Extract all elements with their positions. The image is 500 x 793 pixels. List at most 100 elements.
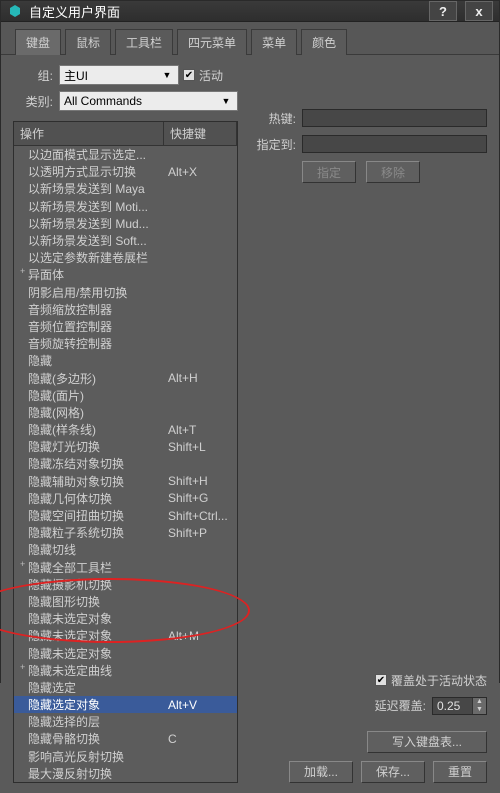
list-item-shortcut: C [164, 732, 233, 746]
list-item[interactable]: +隐藏全部工具栏 [14, 559, 237, 576]
list-item[interactable]: 音频位置控制器 [14, 318, 237, 335]
list-item[interactable]: 隐藏切线 [14, 541, 237, 558]
content: 组: 主UI ▼ ✔ 活动 类别: All Commands ▼ [1, 55, 499, 793]
list-item[interactable]: 隐藏冻结对象切换 [14, 455, 237, 472]
expand-icon: + [20, 662, 28, 672]
list-item-action: 以新场景发送到 Soft... [18, 232, 164, 249]
assigned-input[interactable] [302, 135, 487, 153]
list-item[interactable]: 隐藏选择的层 [14, 713, 237, 730]
list-item[interactable]: 隐藏骨骼切换C [14, 730, 237, 747]
list-item-shortcut: Shift+G [164, 491, 233, 505]
reset-button[interactable]: 重置 [433, 761, 487, 783]
group-select[interactable]: 主UI ▼ [59, 65, 179, 85]
group-value: 主UI [64, 67, 88, 84]
list-item-action: 隐藏粒子系统切换 [18, 524, 164, 541]
tab-color[interactable]: 颜色 [301, 29, 347, 55]
col-shortcut[interactable]: 快捷键 [164, 122, 237, 145]
spinner-down-icon[interactable]: ▼ [472, 706, 486, 714]
list-scroll[interactable]: 以边面模式显示选定...以透明方式显示切换Alt+X以新场景发送到 Maya以新… [14, 146, 237, 782]
list-item-action: 隐藏未选定对象 [18, 645, 164, 662]
list-item[interactable]: 以选定参数新建卷展栏 [14, 249, 237, 266]
window-title: 自定义用户界面 [29, 2, 421, 21]
active-label: 活动 [199, 67, 223, 84]
remove-button[interactable]: 移除 [366, 161, 420, 183]
hotkey-row: 热键: [246, 109, 487, 127]
hotkey-input[interactable] [302, 109, 487, 127]
delay-value: 0.25 [433, 698, 472, 714]
expand-icon: + [20, 559, 28, 569]
list-item[interactable]: 以新场景发送到 Moti... [14, 198, 237, 215]
list-item-shortcut: Alt+V [164, 698, 233, 712]
list-item-shortcut: Shift+P [164, 526, 233, 540]
list-item[interactable]: 隐藏空间扭曲切换Shift+Ctrl... [14, 507, 237, 524]
list-item-action: 隐藏摄影机切换 [18, 576, 164, 593]
assign-button[interactable]: 指定 [302, 161, 356, 183]
tab-keyboard[interactable]: 键盘 [15, 29, 61, 55]
active-checkbox[interactable]: ✔ 活动 [183, 67, 223, 84]
tabbar: 键盘 鼠标 工具栏 四元菜单 菜单 颜色 [1, 22, 499, 55]
list-item[interactable]: 音频旋转控制器 [14, 335, 237, 352]
list-item[interactable]: 隐藏选定对象Alt+V [14, 696, 237, 713]
list-item[interactable]: +异面体 [14, 266, 237, 283]
list-item-action: 隐藏未选定对象 [18, 627, 164, 644]
write-keyboard-button[interactable]: 写入键盘表... [367, 731, 487, 753]
col-action[interactable]: 操作 [14, 122, 164, 145]
list-item[interactable]: 音频缩放控制器 [14, 301, 237, 318]
list-item[interactable]: 以新场景发送到 Maya [14, 180, 237, 197]
delay-spinner[interactable]: 0.25 ▲ ▼ [432, 697, 487, 715]
list-item[interactable]: 隐藏(多边形)Alt+H [14, 369, 237, 386]
load-button[interactable]: 加载... [289, 761, 353, 783]
list-item-shortcut: Alt+X [164, 165, 233, 179]
tab-mouse[interactable]: 鼠标 [65, 29, 111, 55]
list-item[interactable]: 最大漫反射切换 [14, 765, 237, 782]
category-value: All Commands [64, 94, 142, 108]
list-item[interactable]: 隐藏(网格) [14, 404, 237, 421]
close-button[interactable]: x [465, 1, 493, 21]
save-button[interactable]: 保存... [361, 761, 425, 783]
tab-quad-menu[interactable]: 四元菜单 [177, 29, 247, 55]
group-label: 组: [13, 67, 53, 84]
list-item-action: 隐藏选择的层 [18, 713, 164, 730]
list-item[interactable]: 隐藏选定 [14, 679, 237, 696]
list-item[interactable]: 以透明方式显示切换Alt+X [14, 163, 237, 180]
list-item-action: 音频缩放控制器 [18, 301, 164, 318]
list-item[interactable]: 隐藏 [14, 352, 237, 369]
list-item[interactable]: +隐藏未选定曲线 [14, 662, 237, 679]
list-item-shortcut: Shift+Ctrl... [164, 509, 233, 523]
list-item[interactable]: 隐藏辅助对象切换Shift+H [14, 473, 237, 490]
spinner-up-icon[interactable]: ▲ [472, 698, 486, 706]
list-item[interactable]: 以边面模式显示选定... [14, 146, 237, 163]
list-item-action: 以选定参数新建卷展栏 [18, 249, 164, 266]
list-item-action: 隐藏骨骼切换 [18, 730, 164, 747]
list-item[interactable]: 以新场景发送到 Soft... [14, 232, 237, 249]
list-item-action: 隐藏几何体切换 [18, 490, 164, 507]
help-button[interactable]: ? [429, 1, 457, 21]
list-item[interactable]: 隐藏未选定对象Alt+M [14, 627, 237, 644]
list-item[interactable]: 以新场景发送到 Mud... [14, 215, 237, 232]
chevron-down-icon: ▼ [160, 68, 174, 82]
override-checkbox[interactable]: ✔ 覆盖处于活动状态 [375, 672, 487, 689]
category-select[interactable]: All Commands ▼ [59, 91, 238, 111]
list-item-action: 以透明方式显示切换 [18, 163, 164, 180]
assign-remove-buttons: 指定 移除 [302, 161, 487, 183]
delay-row: 延迟覆盖: 0.25 ▲ ▼ [375, 697, 487, 715]
list-item[interactable]: 隐藏灯光切换Shift+L [14, 438, 237, 455]
group-row: 组: 主UI ▼ ✔ 活动 [13, 65, 238, 85]
titlebar: 自定义用户界面 ? x [1, 1, 499, 22]
list-item-shortcut: Shift+L [164, 440, 233, 454]
list-item-action: 以边面模式显示选定... [18, 146, 164, 163]
list-item-action: 隐藏未选定对象 [18, 610, 164, 627]
delay-label: 延迟覆盖: [375, 697, 426, 714]
list-item[interactable]: 隐藏未选定对象 [14, 610, 237, 627]
tab-menu[interactable]: 菜单 [251, 29, 297, 55]
list-item[interactable]: 隐藏粒子系统切换Shift+P [14, 524, 237, 541]
list-item[interactable]: 隐藏(样条线)Alt+T [14, 421, 237, 438]
list-item[interactable]: 阴影启用/禁用切换 [14, 284, 237, 301]
list-item[interactable]: 影响高光反射切换 [14, 748, 237, 765]
list-item[interactable]: 隐藏未选定对象 [14, 644, 237, 661]
list-item[interactable]: 隐藏几何体切换Shift+G [14, 490, 237, 507]
list-item[interactable]: 隐藏(面片) [14, 387, 237, 404]
list-item[interactable]: 隐藏摄影机切换 [14, 576, 237, 593]
list-item[interactable]: 隐藏图形切换 [14, 593, 237, 610]
tab-toolbar[interactable]: 工具栏 [115, 29, 173, 55]
